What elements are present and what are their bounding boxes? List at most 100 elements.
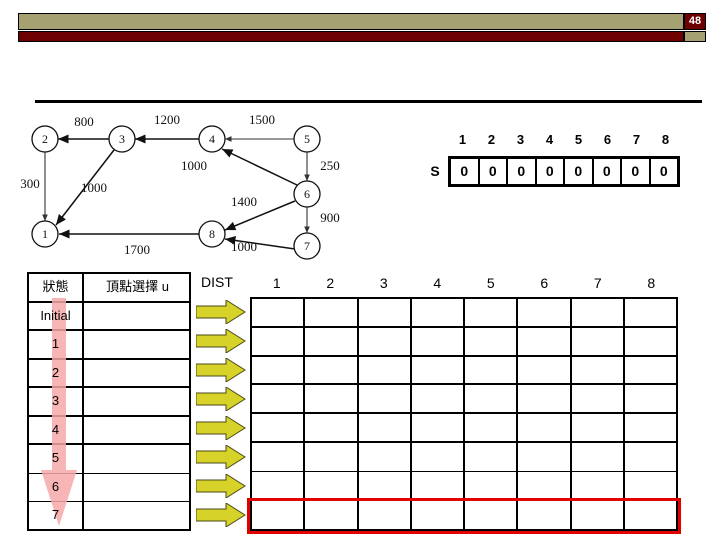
dist-cell[interactable] bbox=[518, 385, 572, 412]
dist-cell[interactable] bbox=[518, 442, 572, 471]
table-row[interactable]: 1 bbox=[29, 331, 189, 360]
dist-cell[interactable] bbox=[305, 385, 359, 412]
dist-cell[interactable] bbox=[572, 414, 625, 441]
table-row[interactable] bbox=[252, 327, 676, 357]
dist-cell[interactable] bbox=[252, 327, 306, 355]
dist-cell[interactable] bbox=[465, 299, 519, 326]
dist-cell[interactable] bbox=[518, 299, 572, 326]
dist-cell[interactable] bbox=[359, 299, 412, 326]
dist-cell[interactable] bbox=[412, 385, 465, 412]
dist-cell[interactable] bbox=[625, 472, 676, 500]
dist-cell[interactable] bbox=[359, 385, 412, 412]
s-array-cell[interactable]: 0 bbox=[480, 159, 508, 184]
dist-cell[interactable] bbox=[305, 299, 359, 326]
dist-cell[interactable] bbox=[412, 471, 465, 500]
s-array-index: 8 bbox=[661, 132, 670, 147]
s-array-cell[interactable]: 0 bbox=[565, 159, 594, 184]
dist-cell[interactable] bbox=[305, 442, 359, 471]
dist-cell[interactable] bbox=[359, 442, 412, 471]
dist-cell[interactable] bbox=[359, 414, 412, 441]
table-row[interactable] bbox=[252, 385, 676, 414]
dist-cell[interactable] bbox=[305, 356, 359, 384]
dist-cell[interactable] bbox=[305, 471, 359, 500]
table-row[interactable] bbox=[252, 356, 676, 386]
dist-cell[interactable] bbox=[252, 471, 306, 500]
dist-cell[interactable] bbox=[572, 385, 625, 412]
vertex-cell[interactable] bbox=[84, 388, 189, 415]
dist-cell[interactable] bbox=[359, 500, 412, 529]
table-row[interactable]: 4 bbox=[29, 416, 189, 445]
dist-cell[interactable] bbox=[625, 357, 676, 384]
table-row[interactable]: Initial bbox=[29, 302, 189, 331]
vertex-cell[interactable] bbox=[84, 417, 189, 444]
dist-cell[interactable] bbox=[572, 442, 625, 471]
dist-cell[interactable] bbox=[465, 471, 519, 500]
dist-cell[interactable] bbox=[359, 327, 412, 355]
dist-cell[interactable] bbox=[518, 500, 572, 529]
dist-cell[interactable] bbox=[518, 414, 572, 441]
table-row[interactable]: 2 bbox=[29, 359, 189, 388]
s-array-cell[interactable]: 0 bbox=[508, 159, 537, 184]
dist-cell[interactable] bbox=[572, 500, 625, 529]
vertex-cell[interactable] bbox=[84, 445, 189, 473]
dist-cell[interactable] bbox=[625, 328, 676, 355]
dist-cell[interactable] bbox=[412, 356, 465, 384]
dist-cell[interactable] bbox=[625, 443, 676, 471]
table-row[interactable] bbox=[252, 500, 676, 529]
dist-cell[interactable] bbox=[572, 356, 625, 384]
dist-cell[interactable] bbox=[572, 299, 625, 326]
vertex-cell[interactable] bbox=[84, 360, 189, 387]
dist-cell[interactable] bbox=[518, 471, 572, 500]
dist-cell[interactable] bbox=[572, 471, 625, 500]
s-array-cell[interactable]: 0 bbox=[594, 159, 622, 184]
dist-cell[interactable] bbox=[518, 327, 572, 355]
table-row[interactable] bbox=[252, 414, 676, 443]
table-row[interactable] bbox=[252, 299, 676, 328]
vertex-cell[interactable] bbox=[84, 303, 189, 330]
table-row[interactable]: 6 bbox=[29, 473, 189, 502]
table-row[interactable]: 5 bbox=[29, 445, 189, 474]
dist-cell[interactable] bbox=[252, 442, 306, 471]
s-array-cell[interactable]: 0 bbox=[622, 159, 651, 184]
table-row[interactable]: 3 bbox=[29, 388, 189, 417]
dist-cell[interactable] bbox=[625, 299, 676, 326]
dist-cell[interactable] bbox=[305, 500, 359, 529]
dist-cell[interactable] bbox=[465, 500, 519, 529]
dist-cell[interactable] bbox=[465, 442, 519, 471]
dist-cell[interactable] bbox=[252, 299, 306, 326]
s-array-cell[interactable]: 0 bbox=[451, 159, 480, 184]
dist-cell[interactable] bbox=[412, 327, 465, 355]
table-row[interactable]: 7 bbox=[29, 502, 189, 531]
dist-cell[interactable] bbox=[252, 500, 306, 529]
graph-node-1-label: 1 bbox=[42, 227, 48, 241]
dist-cell[interactable] bbox=[465, 414, 519, 441]
dist-cell[interactable] bbox=[412, 442, 465, 471]
dist-cell[interactable] bbox=[465, 327, 519, 355]
dist-cell[interactable] bbox=[625, 414, 676, 441]
dist-cell[interactable] bbox=[465, 385, 519, 412]
dist-column-header: 1 bbox=[272, 275, 281, 291]
dist-cell[interactable] bbox=[465, 356, 519, 384]
dist-cell[interactable] bbox=[252, 385, 306, 412]
dist-cell[interactable] bbox=[572, 327, 625, 355]
dist-cell[interactable] bbox=[412, 299, 465, 326]
s-array-cell[interactable]: 0 bbox=[651, 159, 678, 184]
vertex-cell[interactable] bbox=[84, 331, 189, 358]
dist-cell[interactable] bbox=[359, 356, 412, 384]
dist-cell[interactable] bbox=[305, 327, 359, 355]
dist-cell[interactable] bbox=[252, 356, 306, 384]
vertex-cell[interactable] bbox=[84, 502, 189, 531]
table-row[interactable] bbox=[252, 471, 676, 501]
s-array-cell[interactable]: 0 bbox=[537, 159, 565, 184]
dist-cell[interactable] bbox=[625, 500, 676, 529]
dist-cell[interactable] bbox=[412, 414, 465, 441]
dist-cell[interactable] bbox=[305, 414, 359, 441]
yellow-arrow-icon bbox=[195, 299, 246, 325]
dist-cell[interactable] bbox=[359, 471, 412, 500]
dist-cell[interactable] bbox=[518, 356, 572, 384]
dist-cell[interactable] bbox=[252, 414, 306, 441]
dist-cell[interactable] bbox=[625, 385, 676, 412]
vertex-cell[interactable] bbox=[84, 474, 189, 502]
dist-cell[interactable] bbox=[412, 500, 465, 529]
table-row[interactable] bbox=[252, 442, 676, 472]
